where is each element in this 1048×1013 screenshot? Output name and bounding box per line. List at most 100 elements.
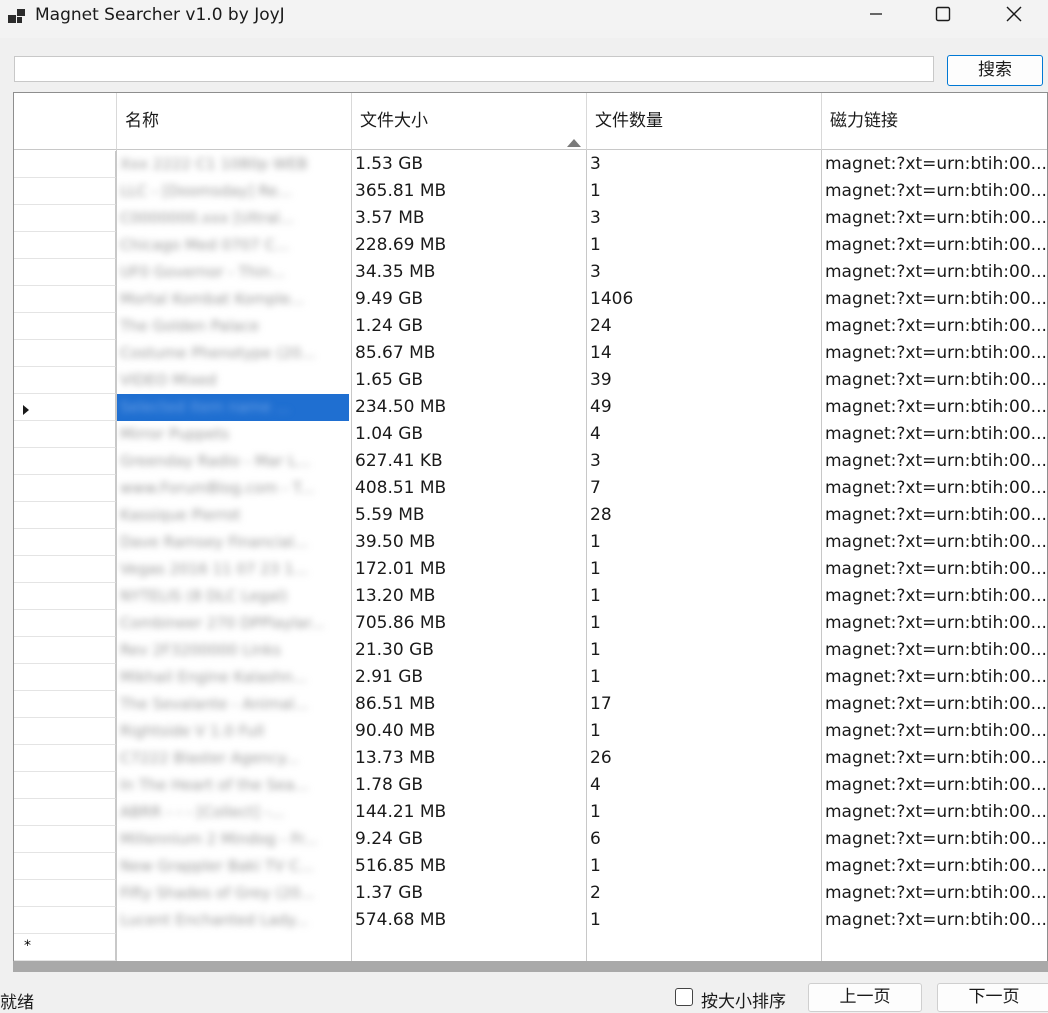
table-row[interactable]: Mirror Puppets 1.04 GB 4 magnet:?xt=urn:bti… [117, 421, 1047, 448]
cell-name[interactable]: Mikhail Engine Kalashn... [117, 664, 349, 691]
cell-count[interactable]: 6 [587, 826, 819, 853]
cell-count[interactable]: 1 [587, 529, 819, 556]
cell-magnet[interactable]: magnet:?xt=urn:btih:00... [822, 772, 1047, 799]
cell-name[interactable]: Mirror Puppets [117, 421, 349, 448]
row-header[interactable] [14, 799, 116, 826]
cell-magnet[interactable]: magnet:?xt=urn:btih:00... [822, 232, 1047, 259]
row-header[interactable] [14, 421, 116, 448]
table-row[interactable]: C0000000.xxx [Ultral... 3.57 MB 3 magnet:?x… [117, 205, 1047, 232]
row-header[interactable] [14, 151, 116, 178]
cell-name[interactable]: Millennium 2 Mindog - Fr... [117, 826, 349, 853]
row-header[interactable] [14, 718, 116, 745]
row-header[interactable] [14, 880, 116, 907]
cell-count[interactable]: 1406 [587, 286, 819, 313]
table-row[interactable]: Millennium 2 Mindog - Fr... 9.24 GB 6 magne… [117, 826, 1047, 853]
cell-name[interactable]: Lucent Enchanted Lady... [117, 907, 349, 934]
table-row[interactable]: Mortal Kombat Komple... 9.49 GB 1406 magnet… [117, 286, 1047, 313]
cell-name[interactable]: Costume Phenotype (20... [117, 340, 349, 367]
cell-count[interactable]: 24 [587, 313, 819, 340]
cell-name[interactable]: UF0 Governor - Thin... [117, 259, 349, 286]
cell-count[interactable]: 1 [587, 556, 819, 583]
cell-magnet[interactable]: magnet:?xt=urn:btih:00... [822, 799, 1047, 826]
cell-count[interactable]: 1 [587, 637, 819, 664]
cell-size[interactable]: 516.85 MB [352, 853, 584, 880]
cell-count[interactable]: 1 [587, 718, 819, 745]
cell-size[interactable]: 90.40 MB [352, 718, 584, 745]
cell-name[interactable]: Dave Ramsey Financial... [117, 529, 349, 556]
cell-count[interactable]: 1 [587, 178, 819, 205]
cell-count[interactable]: 7 [587, 475, 819, 502]
cell-size[interactable]: 705.86 MB [352, 610, 584, 637]
row-header[interactable] [14, 475, 116, 502]
cell-name[interactable]: Fifty Shades of Grey (20... [117, 880, 349, 907]
cell-name[interactable]: Mortal Kombat Komple... [117, 286, 349, 313]
cell-count[interactable]: 1 [587, 583, 819, 610]
search-input[interactable] [14, 56, 934, 82]
table-row[interactable]: www.ForumBlog.com - T... 408.51 MB 7 magnet… [117, 475, 1047, 502]
cell-magnet[interactable]: magnet:?xt=urn:btih:00... [822, 448, 1047, 475]
cell-size[interactable]: 86.51 MB [352, 691, 584, 718]
row-header[interactable] [14, 637, 116, 664]
row-header[interactable] [14, 313, 116, 340]
cell-magnet[interactable]: magnet:?xt=urn:btih:00... [822, 178, 1047, 205]
close-button[interactable] [984, 0, 1044, 32]
cell-magnet[interactable]: magnet:?xt=urn:btih:00... [822, 529, 1047, 556]
row-header[interactable] [14, 502, 116, 529]
cell-size[interactable]: 144.21 MB [352, 799, 584, 826]
cell-size[interactable]: 408.51 MB [352, 475, 584, 502]
row-header[interactable] [14, 745, 116, 772]
cell-count[interactable]: 28 [587, 502, 819, 529]
cell-magnet[interactable]: magnet:?xt=urn:btih:00... [822, 610, 1047, 637]
cell-count[interactable]: 49 [587, 394, 819, 421]
cell-name[interactable]: Chicago Med 0707 C... [117, 232, 349, 259]
cell-name[interactable]: The Sevalante - Animal... [117, 691, 349, 718]
table-row[interactable]: UF0 Governor - Thin... 34.35 MB 3 magnet:?x… [117, 259, 1047, 286]
row-header[interactable] [14, 691, 116, 718]
row-header[interactable] [14, 583, 116, 610]
table-row[interactable]: VIDEO Mixed 1.65 GB 39 magnet:?xt=urn:btih:… [117, 367, 1047, 394]
cell-count[interactable]: 1 [587, 664, 819, 691]
cell-name[interactable]: Greenday Radio - Mar L... [117, 448, 349, 475]
cell-magnet[interactable]: magnet:?xt=urn:btih:00... [822, 205, 1047, 232]
row-header[interactable] [14, 259, 116, 286]
cell-magnet[interactable]: magnet:?xt=urn:btih:00... [822, 583, 1047, 610]
table-row[interactable]: Greenday Radio - Mar L... 627.41 KB 3 magne… [117, 448, 1047, 475]
row-header[interactable] [14, 772, 116, 799]
cell-count[interactable]: 1 [587, 610, 819, 637]
table-row[interactable]: ABRR - - - [Collect] -... 144.21 MB 1 magne… [117, 799, 1047, 826]
row-header[interactable] [14, 286, 116, 313]
sort-by-size-checkbox[interactable] [675, 988, 693, 1006]
row-header[interactable] [14, 448, 116, 475]
cell-magnet[interactable]: magnet:?xt=urn:btih:00... [822, 394, 1047, 421]
table-row[interactable]: Selected item name ... 234.50 MB 49 magnet:… [117, 394, 1047, 421]
results-grid[interactable]: 名称 文件大小 文件数量 磁力链接 Xxx 2222 C1 1080p WEB 1… [13, 92, 1048, 972]
table-row[interactable]: Lucent Enchanted Lady... 574.68 MB 1 magnet… [117, 907, 1047, 934]
cell-magnet[interactable]: magnet:?xt=urn:btih:00... [822, 853, 1047, 880]
cell-count[interactable]: 26 [587, 745, 819, 772]
cell-count[interactable]: 1 [587, 907, 819, 934]
table-row[interactable]: Vegas 2016 11 07 23 1... 172.01 MB 1 magnet… [117, 556, 1047, 583]
row-header[interactable] [14, 232, 116, 259]
cell-size[interactable]: 1.24 GB [352, 313, 584, 340]
cell-size[interactable]: 627.41 KB [352, 448, 584, 475]
cell-size[interactable]: 21.30 GB [352, 637, 584, 664]
row-header[interactable] [14, 664, 116, 691]
row-header[interactable] [14, 340, 116, 367]
cell-count[interactable]: 3 [587, 205, 819, 232]
row-header[interactable] [14, 853, 116, 880]
maximize-button[interactable] [913, 0, 973, 32]
cell-count[interactable]: 3 [587, 151, 819, 178]
cell-size[interactable]: 5.59 MB [352, 502, 584, 529]
table-row[interactable]: Xxx 2222 C1 1080p WEB 1.53 GB 3 magnet:?xt=… [117, 151, 1047, 178]
cell-name[interactable]: Rightside V 1.0 Full [117, 718, 349, 745]
cell-count[interactable]: 3 [587, 259, 819, 286]
cell-magnet[interactable]: magnet:?xt=urn:btih:00... [822, 556, 1047, 583]
cell-size[interactable]: 172.01 MB [352, 556, 584, 583]
row-header[interactable] [14, 556, 116, 583]
cell-name[interactable]: The Golden Palace [117, 313, 349, 340]
next-page-button[interactable]: 下一页 [937, 983, 1048, 1012]
cell-magnet[interactable]: magnet:?xt=urn:btih:00... [822, 151, 1047, 178]
cell-name[interactable]: C7222 Blaster Agency... [117, 745, 349, 772]
cell-magnet[interactable]: magnet:?xt=urn:btih:00... [822, 475, 1047, 502]
row-header[interactable] [14, 178, 116, 205]
